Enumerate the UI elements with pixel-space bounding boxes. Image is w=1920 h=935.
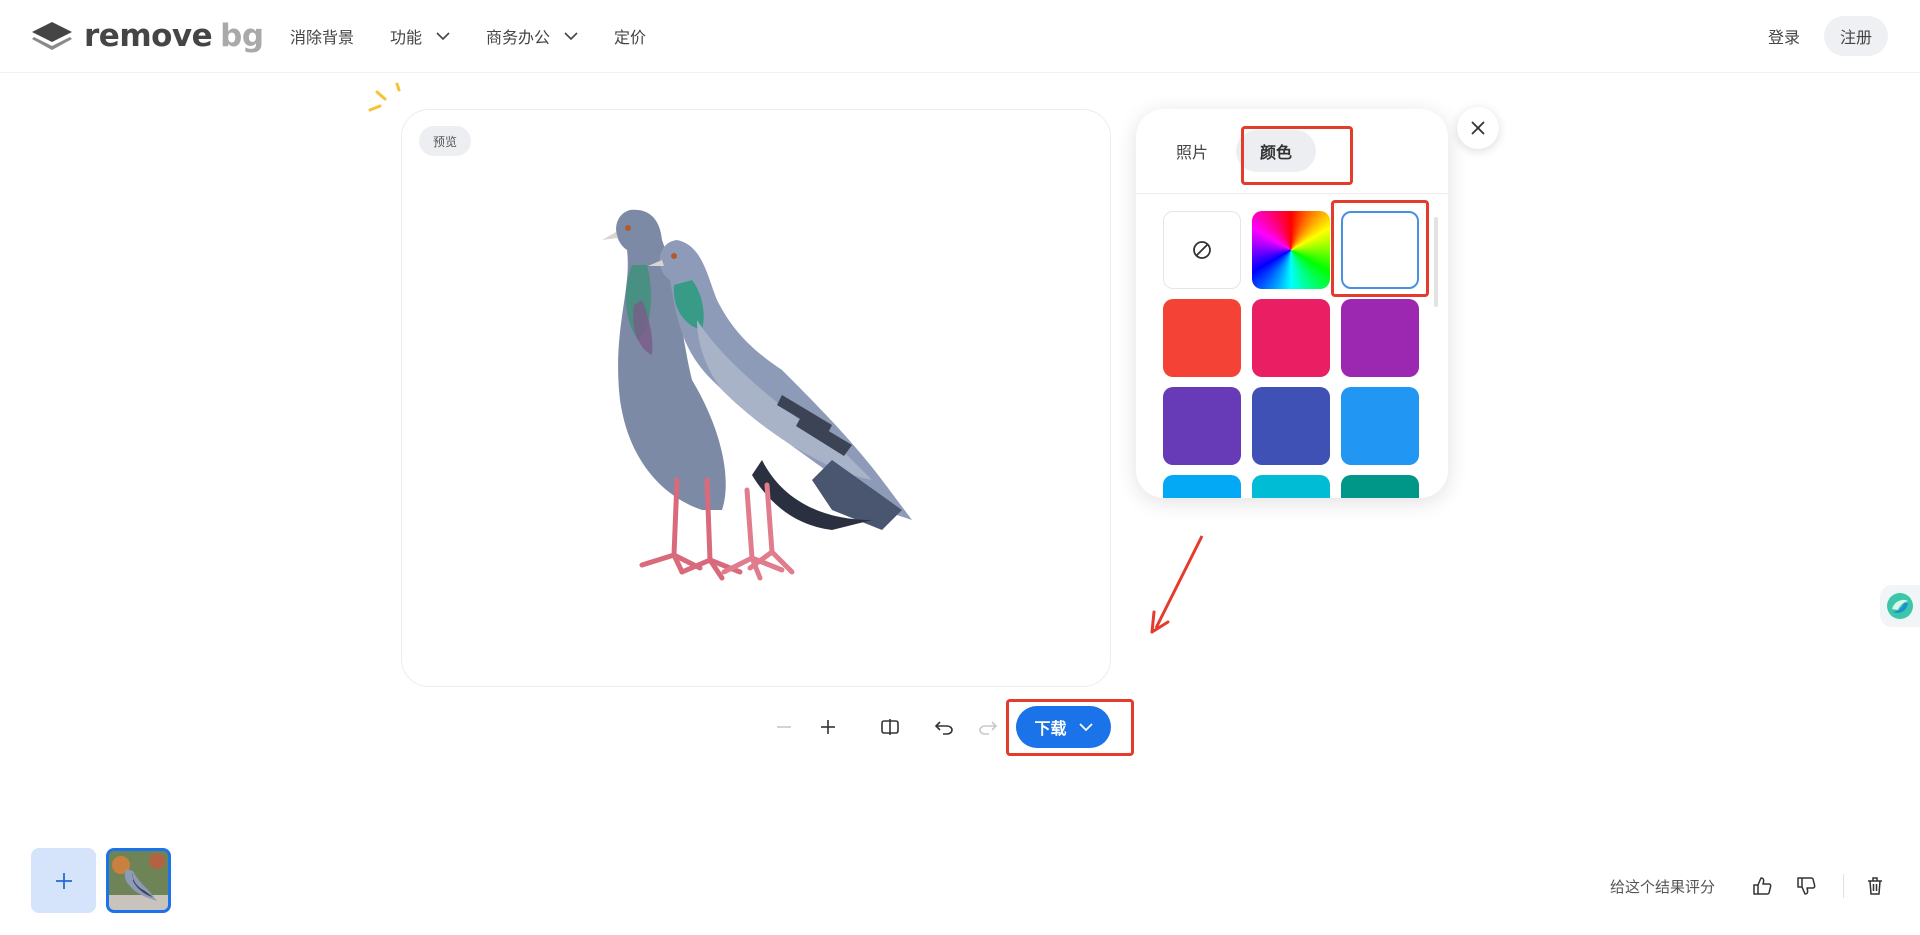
swatch-color[interactable] bbox=[1163, 475, 1241, 498]
annotation-box-white-swatch bbox=[1331, 200, 1429, 297]
thumbs-up-icon bbox=[1753, 877, 1772, 895]
trash-icon bbox=[1868, 877, 1882, 895]
undo-button[interactable] bbox=[930, 713, 958, 741]
swatch-color[interactable] bbox=[1341, 299, 1419, 377]
logo-text: remove bg bbox=[84, 18, 264, 54]
annotation-box-color-tab bbox=[1241, 126, 1353, 185]
tab-photo[interactable]: 照片 bbox=[1152, 130, 1232, 172]
main-nav: 消除背景 功能 商务办公 定价 bbox=[290, 24, 682, 48]
compare-button[interactable] bbox=[876, 713, 904, 741]
thumbs-up-button[interactable] bbox=[1751, 875, 1773, 897]
annotation-arrow-icon bbox=[1150, 535, 1204, 634]
rate-result-label: 给这个结果评分 bbox=[1610, 878, 1716, 896]
swatch-custom-color[interactable] bbox=[1252, 211, 1330, 289]
auth-area: 登录 注册 bbox=[1768, 16, 1888, 56]
sparkle-icon bbox=[368, 82, 401, 112]
chevron-down-icon bbox=[564, 31, 578, 40]
nav-pricing[interactable]: 定价 bbox=[614, 24, 646, 48]
assistant-icon bbox=[1887, 593, 1913, 619]
login-link[interactable]: 登录 bbox=[1768, 24, 1800, 48]
preview-card: 预览 bbox=[401, 109, 1111, 687]
nav-business[interactable]: 商务办公 bbox=[486, 24, 578, 48]
zoom-in-button[interactable] bbox=[814, 713, 842, 741]
top-header: remove bg 消除背景 功能 商务办公 定价 登录 注册 bbox=[0, 0, 1920, 73]
divider bbox=[1843, 874, 1844, 898]
close-panel-button[interactable] bbox=[1457, 107, 1499, 149]
logo[interactable]: remove bg bbox=[30, 18, 264, 54]
add-image-button[interactable] bbox=[31, 848, 96, 913]
floating-assistant-button[interactable] bbox=[1880, 585, 1920, 627]
thumbs-down-icon bbox=[1797, 877, 1816, 895]
pigeons-image bbox=[602, 209, 912, 581]
swatch-color[interactable] bbox=[1341, 475, 1419, 498]
delete-button[interactable] bbox=[1864, 875, 1886, 897]
close-icon bbox=[1471, 121, 1485, 135]
swatch-color[interactable] bbox=[1163, 299, 1241, 377]
swatch-color[interactable] bbox=[1163, 387, 1241, 465]
chevron-down-icon bbox=[436, 31, 450, 40]
nav-remove-background[interactable]: 消除背景 bbox=[290, 24, 354, 48]
swatch-color[interactable] bbox=[1252, 299, 1330, 377]
swatch-no-background[interactable] bbox=[1163, 211, 1241, 289]
swatch-color[interactable] bbox=[1341, 387, 1419, 465]
redo-icon bbox=[979, 721, 998, 735]
layers-logo-icon bbox=[32, 22, 72, 50]
plus-icon bbox=[55, 872, 72, 889]
image-toolbar bbox=[770, 706, 1018, 748]
thumbs-down-button[interactable] bbox=[1795, 875, 1817, 897]
compare-icon bbox=[881, 719, 899, 735]
undo-icon bbox=[934, 721, 953, 735]
image-thumbnail[interactable] bbox=[106, 848, 171, 913]
signup-button[interactable]: 注册 bbox=[1824, 16, 1888, 56]
zoom-out-icon bbox=[777, 726, 791, 728]
preview-badge: 预览 bbox=[419, 126, 472, 156]
swatch-color[interactable] bbox=[1252, 475, 1330, 498]
zoom-out-button[interactable] bbox=[770, 713, 798, 741]
zoom-in-icon bbox=[821, 720, 835, 734]
nav-features[interactable]: 功能 bbox=[390, 24, 450, 48]
redo-button[interactable] bbox=[974, 713, 1002, 741]
annotation-box-download bbox=[1006, 699, 1134, 756]
pigeons-thumbnail-image bbox=[109, 851, 168, 910]
swatch-color[interactable] bbox=[1252, 387, 1330, 465]
no-background-icon bbox=[1193, 241, 1211, 259]
panel-scrollbar[interactable] bbox=[1434, 217, 1438, 307]
